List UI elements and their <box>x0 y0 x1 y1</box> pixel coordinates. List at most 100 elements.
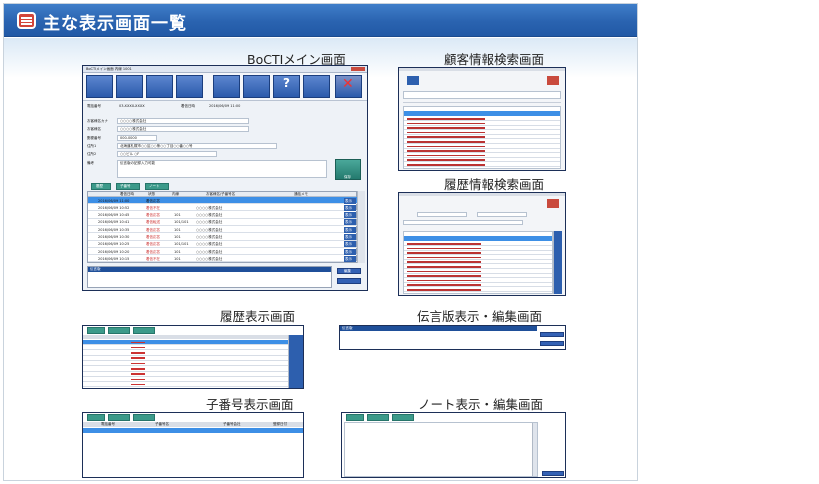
name-field[interactable]: ○○○○株式会社 <box>117 126 249 132</box>
hs-open-column[interactable] <box>553 231 562 294</box>
bv-edit-button[interactable] <box>540 332 564 337</box>
hv-row[interactable] <box>83 371 288 377</box>
hs-date-from-field[interactable] <box>417 212 467 217</box>
hv-open-column[interactable] <box>288 335 303 388</box>
tab-history[interactable]: 履歴 <box>91 183 111 190</box>
thumb-row[interactable] <box>404 255 552 260</box>
history-view-thumbnail[interactable] <box>82 325 304 389</box>
thumb-row[interactable] <box>404 163 560 167</box>
hv-row[interactable] <box>83 340 288 345</box>
note-view-thumbnail[interactable] <box>341 412 566 478</box>
toolbar-minimize-button[interactable] <box>303 75 330 98</box>
hv-tab-child[interactable] <box>108 327 130 334</box>
hv-tab-history[interactable] <box>87 327 105 334</box>
nv-edit-button[interactable] <box>542 471 564 476</box>
thumb-row[interactable] <box>404 269 552 274</box>
history-open-button[interactable]: 表示 <box>344 226 356 233</box>
board-panel[interactable]: 伝言版 <box>87 266 332 288</box>
thumb-row[interactable] <box>404 140 560 144</box>
thumb-row[interactable] <box>404 117 560 121</box>
cv-tab-history[interactable] <box>87 414 105 421</box>
customer-search-thumbnail[interactable] <box>398 67 566 171</box>
history-row[interactable]: 2016/06/09 10:20 着信応答 101 ○○○○株式会社 表示 <box>88 248 358 256</box>
hs-close-icon[interactable] <box>547 199 559 208</box>
hv-row[interactable] <box>83 382 288 388</box>
history-row[interactable]: 2016/06/09 11:00 着信応答 表示 <box>88 197 358 204</box>
nv-tab-note[interactable] <box>392 414 414 421</box>
thumb-row[interactable] <box>404 288 552 292</box>
toolbar-dial-button[interactable] <box>213 75 240 98</box>
thumb-row[interactable] <box>404 260 552 265</box>
history-row[interactable]: 2016/06/09 10:52 着信不在 ○○○○株式会社 表示 <box>88 204 358 212</box>
board-view-thumbnail[interactable]: 伝言版 <box>339 325 566 350</box>
cs-filter-field[interactable] <box>403 91 561 99</box>
main-screen-thumbnail[interactable]: BoCTIメイン画面 内線 1001 ? ✕ 電話番号 03-XXXX-XXXX… <box>82 65 368 291</box>
thumb-row[interactable] <box>404 144 560 149</box>
tab-child-number[interactable]: 子番号 <box>116 183 140 190</box>
cs-selected-row[interactable] <box>404 111 560 116</box>
history-row[interactable]: 2016/06/09 10:45 着信応答 101 ○○○○株式会社 表示 <box>88 212 358 219</box>
history-open-button[interactable]: 表示 <box>344 219 356 226</box>
bv-secondary-button[interactable] <box>540 341 564 346</box>
thumb-row[interactable] <box>404 251 552 256</box>
history-open-button[interactable]: 表示 <box>344 248 356 255</box>
nv-tab-history[interactable] <box>346 414 364 421</box>
history-open-button[interactable]: 表示 <box>344 212 356 219</box>
board-edit-button[interactable]: 編集 <box>337 268 361 274</box>
thumb-row[interactable] <box>404 153 560 158</box>
history-open-button[interactable]: 表示 <box>344 197 356 204</box>
thumb-row[interactable] <box>404 246 552 251</box>
thumb-row[interactable] <box>404 121 560 126</box>
toolbar-history-toggle-button[interactable] <box>146 75 173 98</box>
history-row[interactable]: 2016/06/09 10:41 着信転送 101/101 ○○○○株式会社 表示 <box>88 219 358 226</box>
nv-scrollbar[interactable] <box>532 423 537 476</box>
thumb-row[interactable] <box>404 130 560 135</box>
toolbar-help-button[interactable]: ? <box>273 75 300 98</box>
history-row[interactable]: 2016/06/09 10:25 着信応答 101/101 ○○○○株式会社 表示 <box>88 241 358 248</box>
history-search-thumbnail[interactable] <box>398 192 566 296</box>
thumb-row[interactable] <box>404 126 560 131</box>
kana-field[interactable]: ○○○○株式会社 <box>117 118 249 124</box>
tab-note[interactable]: ノート <box>145 183 169 190</box>
cs-search-icon[interactable] <box>407 76 419 85</box>
memo-field[interactable]: 伝言版の記録入力可能 <box>117 160 327 178</box>
toolbar-settings-button[interactable] <box>243 75 270 98</box>
toolbar-history-search-button[interactable] <box>116 75 143 98</box>
save-button[interactable]: 保存 <box>335 159 361 180</box>
toolbar-exit-button[interactable]: ✕ <box>335 75 362 98</box>
history-open-button[interactable]: 表示 <box>344 204 356 211</box>
history-row[interactable]: 2016/06/09 10:35 着信応答 101 ○○○○株式会社 表示 <box>88 226 358 234</box>
thumb-row[interactable] <box>404 135 560 140</box>
toolbar-customer-search-button[interactable] <box>86 75 113 98</box>
thumb-row[interactable] <box>404 265 552 269</box>
thumb-row[interactable] <box>404 278 552 283</box>
hs-date-to-field[interactable] <box>477 212 527 217</box>
nv-note-area[interactable] <box>344 422 538 477</box>
hv-row[interactable] <box>83 361 288 367</box>
thumb-row[interactable] <box>404 274 552 279</box>
history-open-button[interactable]: 表示 <box>344 241 356 248</box>
hv-row[interactable] <box>83 355 288 361</box>
hs-keyword-field[interactable] <box>403 220 523 225</box>
thumb-row[interactable] <box>404 242 552 246</box>
thumb-row[interactable] <box>404 149 560 154</box>
cv-selected-row[interactable] <box>83 428 303 433</box>
address2-field[interactable]: ○○ビル ○F <box>117 151 217 157</box>
postal-field[interactable]: 000-0000 <box>117 135 157 141</box>
hv-row[interactable] <box>83 345 288 351</box>
cv-tab-child[interactable] <box>108 414 130 421</box>
child-view-thumbnail[interactable]: 電話番号 子番号名 子番号会社 登録日付 <box>82 412 304 478</box>
hv-row[interactable] <box>83 366 288 372</box>
history-row[interactable]: 2016/06/09 10:30 着信応答 101 ○○○○株式会社 表示 <box>88 234 358 241</box>
toolbar-customer-register-button[interactable] <box>176 75 203 98</box>
history-table-scrollbar[interactable] <box>357 191 365 263</box>
hv-row[interactable] <box>83 350 288 356</box>
history-open-button[interactable]: 表示 <box>344 255 356 262</box>
history-row[interactable]: 2016/06/09 10:15 着信不在 101 ○○○○株式会社 表示 <box>88 255 358 263</box>
history-open-button[interactable]: 表示 <box>344 234 356 240</box>
cs-close-icon[interactable] <box>547 76 559 85</box>
hs-selected-row[interactable] <box>404 236 552 241</box>
hv-row[interactable] <box>83 377 288 383</box>
address1-field[interactable]: 北海道札幌市○○区○○条○○丁目○○番○○号 <box>117 143 277 149</box>
cv-tab-note[interactable] <box>133 414 155 421</box>
